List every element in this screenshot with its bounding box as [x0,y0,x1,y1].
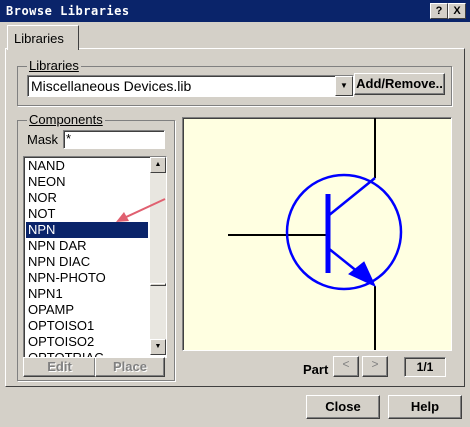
component-preview [182,117,452,351]
close-title-button[interactable]: X [448,3,466,19]
part-page-indicator: 1/1 [404,357,446,377]
scroll-down-icon[interactable]: ▼ [150,339,166,355]
annotation-arrow-icon [116,198,166,222]
mask-input-value: * [66,131,72,146]
part-label: Part [303,362,329,377]
scroll-thumb[interactable] [150,283,166,286]
tab-libraries[interactable]: Libraries [7,25,79,50]
components-group-label: Components [27,112,105,127]
tab-libraries-label: Libraries [14,31,64,46]
scroll-up-icon[interactable]: ▲ [150,157,166,173]
library-select[interactable]: Miscellaneous Devices.lib ▼ [27,75,354,97]
list-item[interactable]: OPAMP [26,302,148,318]
place-button[interactable]: Place [95,357,165,377]
list-item[interactable]: OPTOISO1 [26,318,148,334]
list-item[interactable]: NPN DIAC [26,254,148,270]
libraries-group-label: Libraries [27,58,81,73]
npn-transistor-symbol [228,118,403,350]
list-item[interactable]: OPTOISO2 [26,334,148,350]
add-remove-button[interactable]: Add/Remove.. [354,73,445,95]
chevron-down-icon[interactable]: ▼ [335,76,353,96]
list-item[interactable]: NPN DAR [26,238,148,254]
mask-label: Mask [27,132,59,147]
edit-button[interactable]: Edit [23,357,96,377]
list-item[interactable]: NPN-PHOTO [26,270,148,286]
window-title: Browse Libraries [6,4,130,18]
list-item[interactable]: NAND [26,158,148,174]
mask-input[interactable]: * [63,130,165,149]
list-item[interactable]: NEON [26,174,148,190]
component-list[interactable]: NAND NEON NOR NOT NPN NPN DAR NPN DIAC N… [23,156,167,358]
help-button[interactable]: Help [388,395,462,419]
help-title-button[interactable]: ? [430,3,448,19]
next-part-button[interactable]: > [362,356,388,377]
list-item[interactable]: NPN1 [26,286,148,302]
library-select-value: Miscellaneous Devices.lib [31,78,192,94]
close-button[interactable]: Close [306,395,380,419]
prev-part-button[interactable]: < [333,356,359,377]
title-bar: Browse Libraries ? X [0,0,470,22]
list-scrollbar[interactable]: ▲ ▼ [150,157,166,355]
